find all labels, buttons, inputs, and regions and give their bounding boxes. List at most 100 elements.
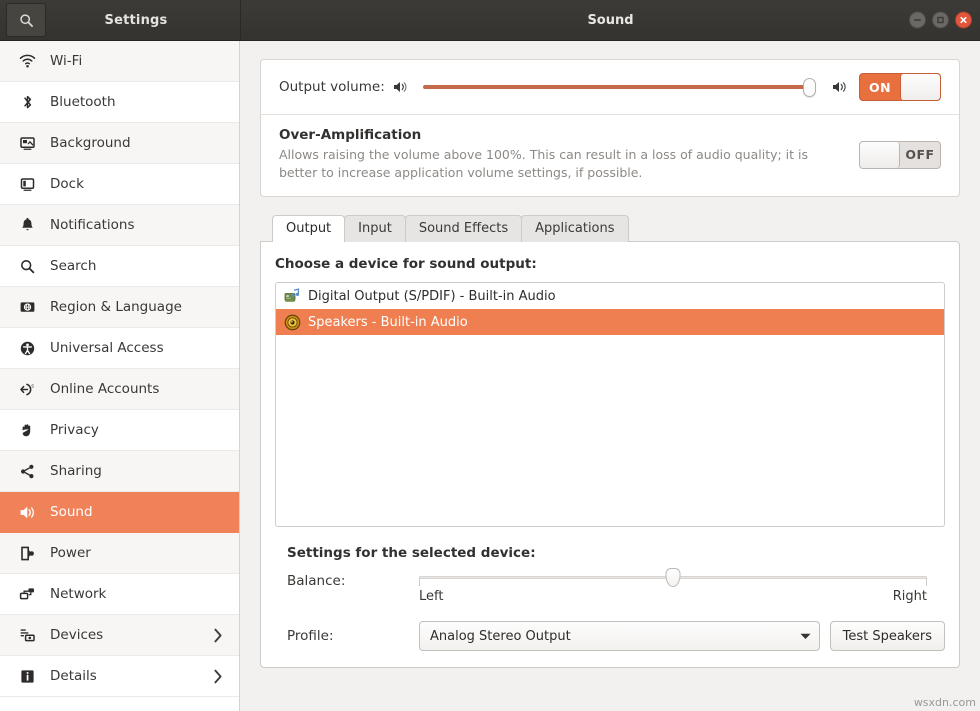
sidebar-item-online-accounts[interactable]: s Online Accounts [0, 369, 239, 410]
device-name: Digital Output (S/PDIF) - Built-in Audio [308, 289, 556, 304]
balance-endpoints: Left Right [419, 589, 927, 604]
sidebar-item-region-language[interactable]: Region & Language [0, 287, 239, 328]
sidebar-item-search[interactable]: Search [0, 246, 239, 287]
maximize-button[interactable] [932, 12, 949, 29]
search-icon [16, 258, 38, 275]
profile-row: Profile: Analog Stereo Output Test Speak… [275, 621, 945, 651]
tab-input[interactable]: Input [344, 215, 406, 242]
minimize-icon [913, 16, 922, 25]
balance-right-label: Right [893, 589, 927, 604]
devices-icon [16, 627, 38, 644]
window-title: Sound [587, 13, 633, 28]
selected-device-settings-title: Settings for the selected device: [287, 545, 945, 561]
sidebar-item-label: Network [50, 586, 106, 602]
window-body: Wi-Fi Bluetooth Background Dock Notificat… [0, 41, 980, 711]
over-amplification-toggle[interactable]: OFF [859, 141, 941, 169]
output-tab-panel: Choose a device for sound output: Digita… [260, 241, 960, 668]
balance-label: Balance: [287, 569, 419, 589]
sidebar-item-label: Online Accounts [50, 381, 159, 397]
wifi-icon [16, 53, 38, 70]
sidebar-item-wi-fi[interactable]: Wi-Fi [0, 41, 239, 82]
output-volume-toggle-label: ON [860, 80, 900, 95]
sound-icon [16, 504, 38, 521]
sidebar-item-dock[interactable]: Dock [0, 164, 239, 205]
info-icon [16, 668, 38, 685]
sound-panel: Output volume: [240, 41, 980, 711]
titlebar: Settings Sound [0, 0, 980, 41]
profile-dropdown[interactable]: Analog Stereo Output [419, 621, 820, 651]
universal-access-icon [16, 340, 38, 357]
output-volume-toggle[interactable]: ON [859, 73, 941, 101]
profile-label: Profile: [287, 628, 419, 644]
tab-applications[interactable]: Applications [521, 215, 628, 242]
sidebar-item-bluetooth[interactable]: Bluetooth [0, 82, 239, 123]
sidebar-item-details[interactable]: Details [0, 656, 239, 697]
sidebar-item-universal-access[interactable]: Universal Access [0, 328, 239, 369]
balance-slider[interactable] [419, 569, 927, 585]
output-device-list[interactable]: Digital Output (S/PDIF) - Built-in Audio… [275, 282, 945, 527]
tab-output[interactable]: Output [272, 215, 345, 242]
device-list-item[interactable]: Digital Output (S/PDIF) - Built-in Audio [276, 283, 944, 309]
output-volume-slider[interactable] [423, 78, 822, 96]
over-amplification-toggle-knob [860, 142, 900, 168]
sidebar-item-label: Notifications [50, 217, 135, 233]
volume-card: Output volume: [260, 59, 960, 197]
balance-tick-left [419, 578, 420, 586]
hand-icon [16, 422, 38, 439]
titlebar-sidebar-section: Settings [0, 0, 240, 40]
sidebar-item-label: Background [50, 135, 131, 151]
bluetooth-icon [16, 94, 38, 111]
output-volume-toggle-knob [900, 74, 940, 100]
titlebar-main-section: Sound [240, 0, 980, 40]
volume-track-fill [423, 85, 808, 89]
chevron-right-icon [210, 627, 227, 644]
sidebar-item-network[interactable]: Network [0, 574, 239, 615]
share-icon [16, 463, 38, 480]
sound-tabs: OutputInputSound EffectsApplications [260, 215, 960, 242]
settings-window: Settings Sound [0, 0, 980, 711]
minimize-button[interactable] [909, 12, 926, 29]
over-amplification-description: Allows raising the volume above 100%. Th… [279, 146, 843, 182]
sidebar-title: Settings [46, 13, 240, 28]
choose-device-label: Choose a device for sound output: [275, 256, 945, 272]
background-icon [16, 135, 38, 152]
speaker-cone-icon [282, 314, 302, 331]
sidebar-item-notifications[interactable]: Notifications [0, 205, 239, 246]
region-language-icon [16, 299, 38, 316]
over-amplification-toggle-label: OFF [900, 147, 940, 162]
sidebar-item-background[interactable]: Background [0, 123, 239, 164]
over-amplification-row: Over-Amplification Allows raising the vo… [261, 115, 959, 196]
sidebar-item-label: Region & Language [50, 299, 182, 315]
sidebar-item-label: Details [50, 668, 97, 684]
svg-text:s: s [31, 383, 34, 389]
speaker-volume-icon-right [832, 80, 849, 94]
watermark: wsxdn.com [914, 696, 976, 709]
dock-icon [16, 176, 38, 193]
device-list-item[interactable]: Speakers - Built-in Audio [276, 309, 944, 335]
volume-slider-handle[interactable] [803, 78, 816, 97]
sidebar-item-label: Privacy [50, 422, 99, 438]
search-button[interactable] [6, 3, 46, 37]
network-icon [16, 586, 38, 603]
sidebar-item-power[interactable]: Power [0, 533, 239, 574]
tab-sound-effects[interactable]: Sound Effects [405, 215, 522, 242]
sidebar-item-privacy[interactable]: Privacy [0, 410, 239, 451]
sidebar-item-devices[interactable]: Devices [0, 615, 239, 656]
profile-selected-value: Analog Stereo Output [430, 629, 792, 644]
balance-tick-right [926, 578, 927, 586]
sidebar-item-sharing[interactable]: Sharing [0, 451, 239, 492]
sidebar-item-label: Devices [50, 627, 103, 643]
test-speakers-button[interactable]: Test Speakers [830, 621, 945, 651]
sidebar-item-label: Universal Access [50, 340, 164, 356]
close-button[interactable] [955, 12, 972, 29]
balance-slider-wrap: Left Right [419, 569, 945, 604]
balance-row: Balance: Left Right [275, 569, 945, 604]
sidebar-item-label: Search [50, 258, 96, 274]
balance-slider-handle[interactable] [666, 568, 681, 587]
bell-icon [16, 217, 38, 234]
sidebar-item-label: Sound [50, 504, 93, 520]
window-controls [909, 12, 972, 29]
sidebar-item-label: Wi-Fi [50, 53, 82, 69]
sidebar-item-label: Bluetooth [50, 94, 116, 110]
sidebar-item-sound[interactable]: Sound [0, 492, 239, 533]
